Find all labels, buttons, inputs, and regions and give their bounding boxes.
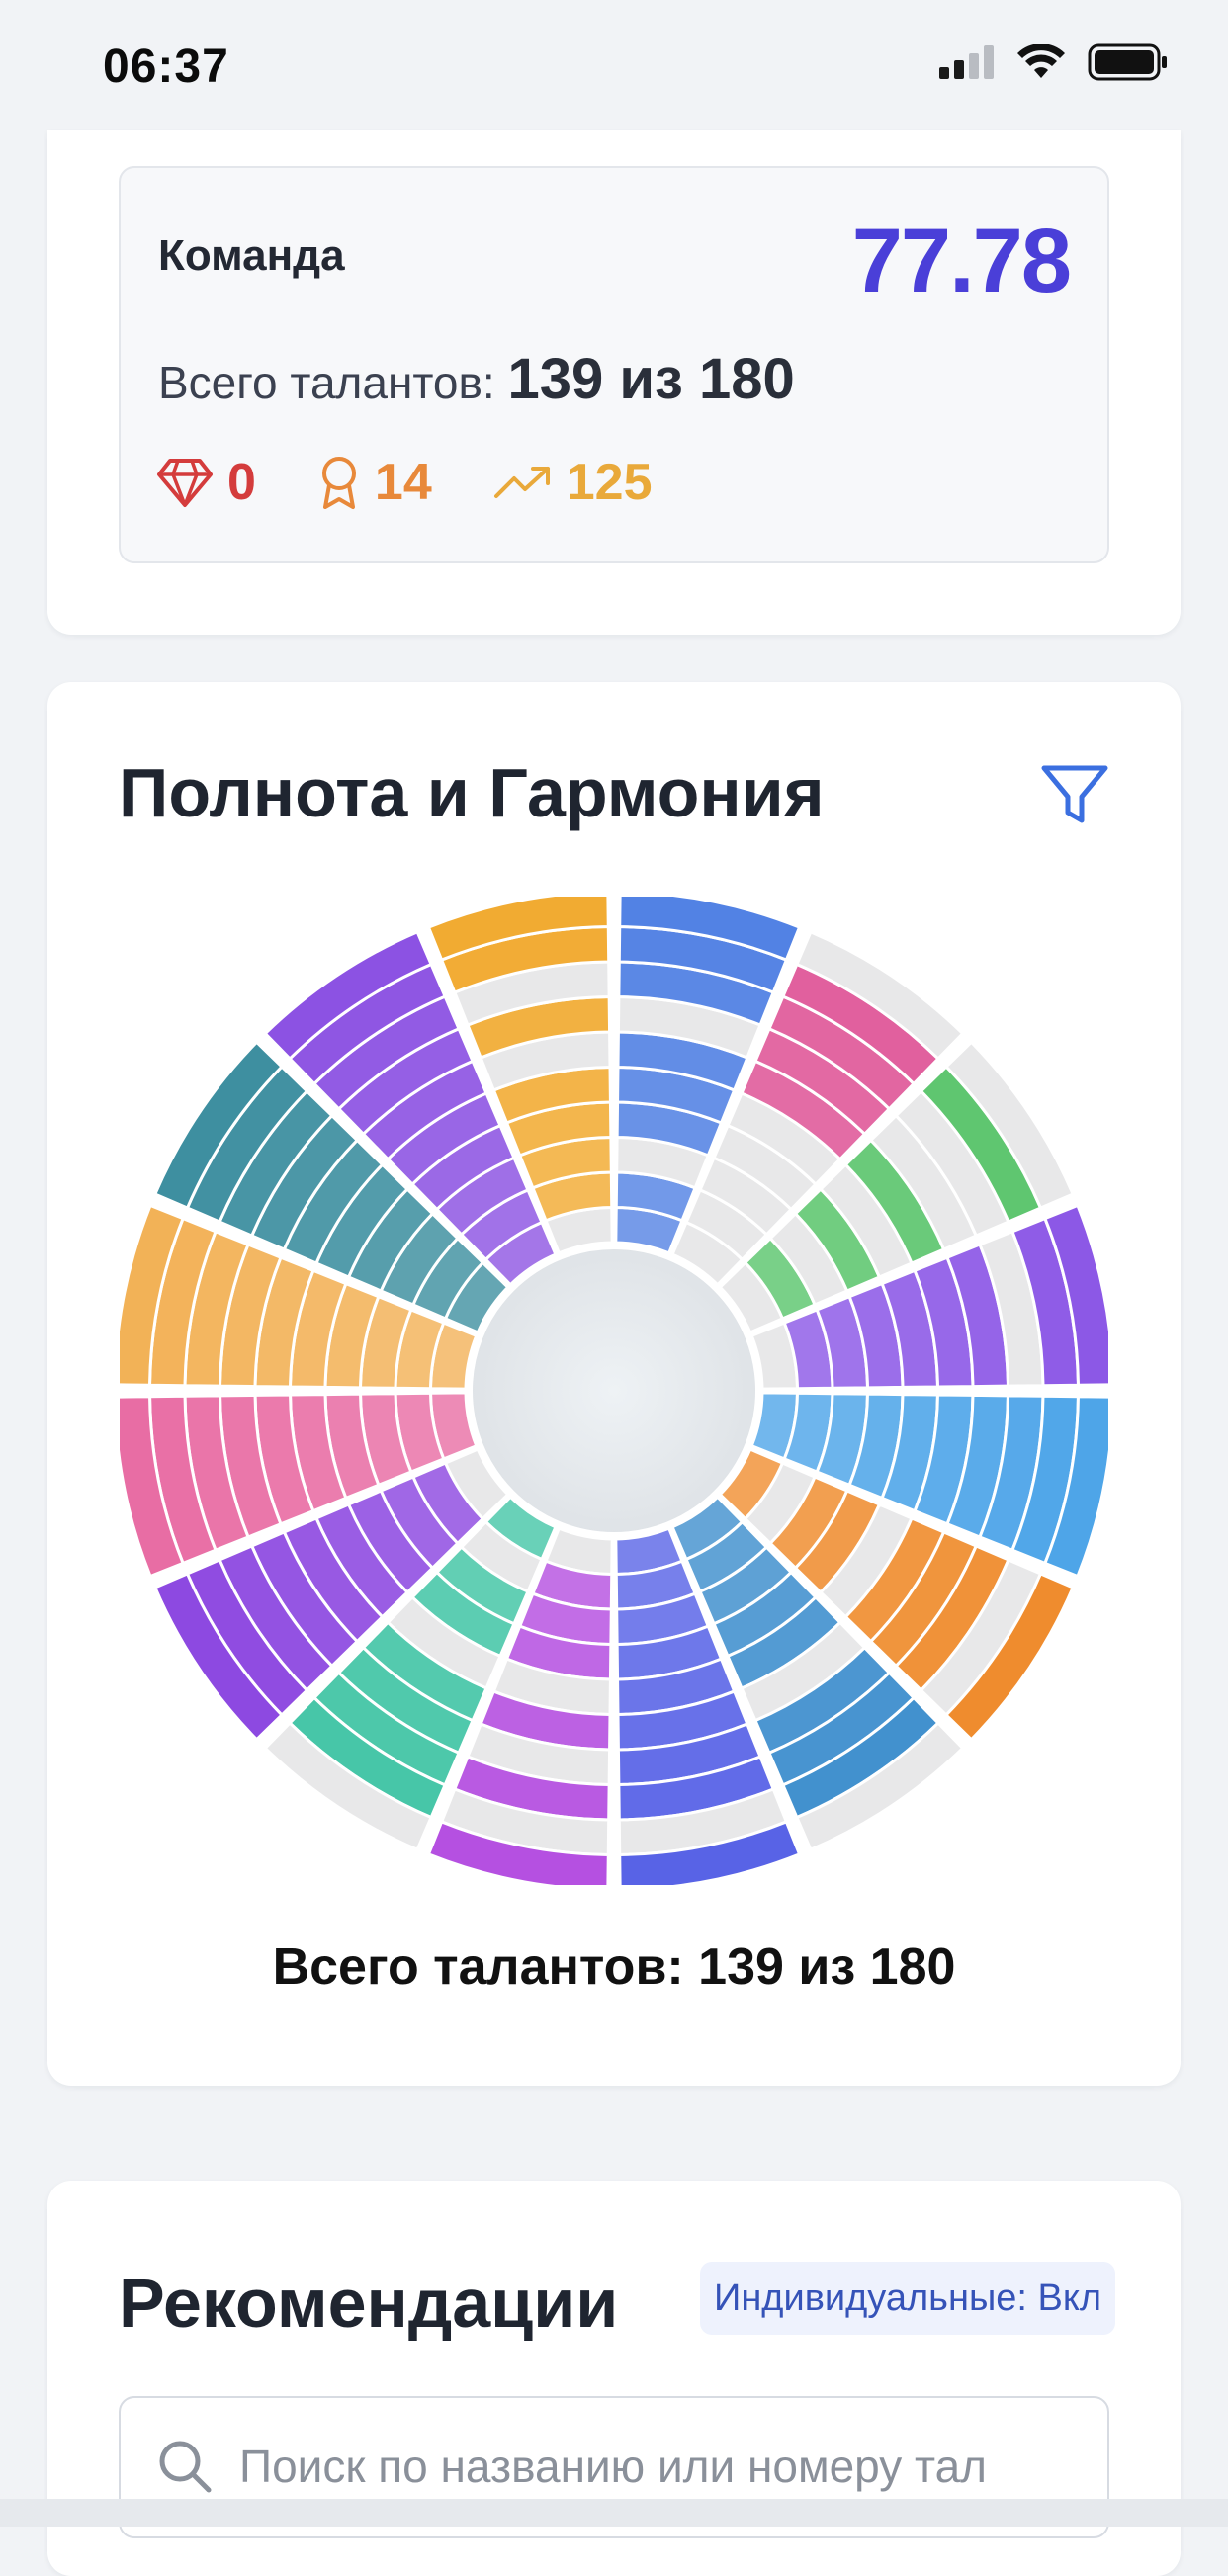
team-total: Всего талантов: 139 из 180: [158, 346, 795, 412]
team-label: Команда: [158, 231, 345, 280]
team-stats: 0 14 125: [156, 453, 653, 512]
wifi-icon: [1017, 44, 1065, 78]
stat-trending-value: 125: [566, 454, 653, 511]
team-total-prefix: Всего талантов:: [158, 357, 495, 408]
stat-diamond-value: 0: [227, 454, 256, 511]
search-input[interactable]: [237, 2428, 1092, 2505]
diamond-icon: [157, 459, 213, 507]
harmony-total: Всего талантов: 139 из 180: [272, 1938, 956, 1996]
bottom-bar: [0, 2499, 1228, 2527]
team-card: Команда 77.78 Всего талантов: 139 из 180…: [47, 130, 1181, 635]
team-score: 77.78: [851, 211, 1072, 311]
harmony-radial-chart: [113, 890, 1115, 1892]
chart-center: [467, 1244, 761, 1538]
stat-trending: 125: [493, 453, 653, 512]
stat-diamond: 0: [156, 453, 256, 512]
search-icon: [159, 2441, 212, 2493]
battery-icon: [1088, 43, 1167, 81]
stat-award-value: 14: [374, 454, 432, 511]
stat-award: 14: [317, 453, 432, 512]
harmony-title: Полнота и Гармония: [119, 754, 825, 831]
recommendations-title: Рекомендации: [119, 2265, 619, 2342]
filter-icon[interactable]: [1040, 763, 1109, 828]
team-summary: Команда 77.78 Всего талантов: 139 из 180…: [119, 166, 1109, 563]
cellular-signal-icon: [939, 45, 994, 79]
team-total-value: 139 из 180: [507, 347, 795, 411]
status-bar: 06:37: [0, 0, 1228, 130]
trending-up-icon: [493, 467, 550, 498]
status-icons: [939, 43, 1169, 81]
award-icon: [321, 457, 356, 509]
harmony-chart: [113, 890, 1115, 1892]
harmony-card: Полнота и Гармония Всего талантов: 139 и…: [47, 682, 1181, 2086]
individual-toggle-badge[interactable]: Индивидуальные: Вкл: [700, 2262, 1116, 2335]
status-time: 06:37: [103, 41, 229, 93]
